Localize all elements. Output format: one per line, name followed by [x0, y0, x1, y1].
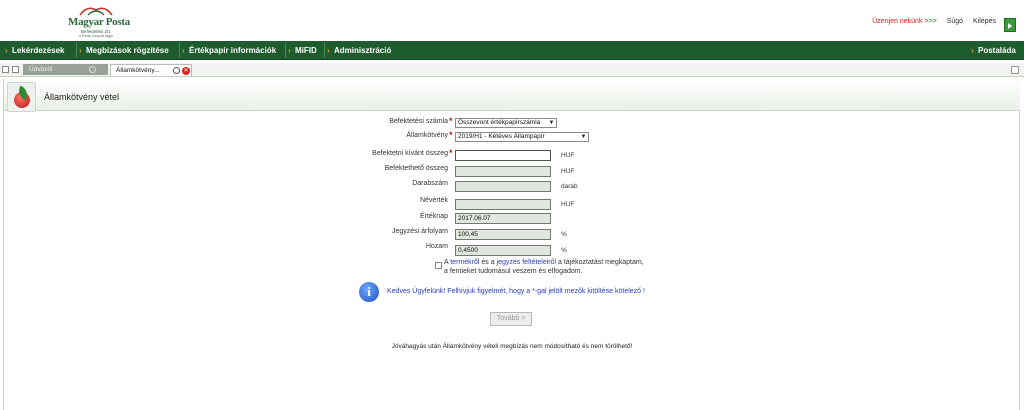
nominal-label: Névérték: [419, 197, 448, 204]
nav-item-mifid[interactable]: MiFID: [285, 41, 317, 60]
post-horn-logo-icon: [79, 7, 113, 16]
nav-item-administration[interactable]: Adminisztráció: [324, 41, 391, 60]
account-label: Befektetési számla: [389, 118, 448, 125]
investable-unit: HUF: [561, 168, 575, 175]
amount-unit: HUF: [561, 152, 575, 159]
tab-government-bond[interactable]: Államkötvény... ✕: [110, 64, 192, 76]
tab-welcome-label: Üdvözöl: [29, 66, 53, 73]
tab-welcome[interactable]: Üdvözöl: [23, 64, 108, 75]
grid-view-icon[interactable]: [2, 66, 9, 73]
panel-toggle-icon[interactable]: [1011, 66, 1019, 74]
product-info-link[interactable]: termékről: [450, 259, 479, 266]
clock-icon: [89, 66, 96, 73]
nav-item-queries[interactable]: Lekérdezések: [2, 41, 64, 60]
exit-door-icon[interactable]: [1004, 18, 1016, 32]
investable-field: [455, 166, 551, 177]
terms-checkbox[interactable]: [435, 262, 442, 269]
yield-unit: %: [561, 247, 567, 254]
magyar-posta-logo[interactable]: Magyar Posta Befektetési Zrt. a Posta Cs…: [62, 3, 132, 39]
help-link[interactable]: Súgó: [947, 18, 963, 25]
amount-input[interactable]: [455, 150, 551, 161]
value-date-label: Értéknap: [419, 213, 448, 220]
nav-item-mailbox[interactable]: Postaláda: [968, 41, 1016, 60]
required-marker: *: [449, 130, 453, 140]
amount-label: Befektetni kívánt összeg: [372, 150, 448, 157]
logo-title: Magyar Posta: [68, 16, 130, 28]
terms-text-line2: a fentieket tudomásul veszem és elfogado…: [444, 268, 583, 275]
price-field: 100,45: [455, 229, 551, 240]
account-select[interactable]: Összevont értékpapírszámla ▼: [455, 118, 557, 128]
bond-label: Államkötvény: [406, 132, 448, 139]
price-label: Jegyzési árfolyam: [391, 228, 448, 235]
clock-icon: [173, 67, 180, 74]
chevron-down-icon: ▼: [580, 134, 587, 140]
quantity-unit: darab: [561, 183, 578, 190]
approval-note: Jóváhagyás után Államkötvény vételi megb…: [391, 343, 633, 350]
quantity-field: [455, 181, 551, 192]
purchase-form: Befektetési számla * Összevont értékpapí…: [4, 79, 1020, 410]
chevron-down-icon: ▼: [548, 120, 555, 126]
close-tab-icon[interactable]: ✕: [182, 67, 190, 75]
nav-item-order-entry[interactable]: Megbízások rögzítése: [76, 41, 169, 60]
terms-text-part: a tájékoztatást megkaptam,: [556, 259, 644, 266]
terms-text: A termékről és a jegyzés feltételeiről a…: [444, 258, 644, 276]
header: Magyar Posta Befektetési Zrt. a Posta Cs…: [0, 0, 1024, 41]
nominal-field: [455, 199, 551, 210]
nav-item-securities-info[interactable]: Értékpapír információk: [179, 41, 276, 60]
nominal-unit: HUF: [561, 201, 575, 208]
list-view-icon[interactable]: [12, 66, 19, 73]
yield-label: Hozam: [425, 243, 448, 250]
logo-tagline: a Posta Csoport tagja: [79, 34, 113, 38]
required-fields-notice: Kedves Ügyfelünk! Felhívjuk figyelmét, h…: [387, 288, 645, 295]
bond-select[interactable]: 2019/H1 - Kétéves Állampapír ▼: [455, 132, 589, 142]
bond-select-value: 2019/H1 - Kétéves Állampapír: [458, 133, 545, 140]
yield-field: 0,4500: [455, 245, 551, 256]
next-button[interactable]: Tovább >: [490, 312, 532, 326]
subscription-terms-link[interactable]: jegyzés feltételeiről: [497, 259, 557, 266]
tab-bar: Üdvözöl Államkötvény... ✕: [0, 63, 1024, 77]
content-panel: Államkötvény vétel Befektetési számla * …: [3, 79, 1020, 410]
quantity-label: Darabszám: [412, 180, 448, 187]
price-unit: %: [561, 231, 567, 238]
required-marker: *: [449, 116, 453, 126]
message-us-link[interactable]: Üzenjen nekünk >>>: [872, 18, 936, 25]
value-date-field: 2017.06.07: [455, 213, 551, 224]
info-icon: i: [359, 282, 379, 302]
account-select-value: Összevont értékpapírszámla: [458, 119, 541, 126]
required-marker: *: [449, 148, 453, 158]
terms-text-part: és a: [479, 259, 497, 266]
investable-label: Befektethető összeg: [384, 165, 448, 172]
main-nav: Lekérdezések Megbízások rögzítése Értékp…: [0, 41, 1024, 60]
tab-active-label: Államkötvény...: [116, 67, 160, 74]
logout-link[interactable]: Kilépés: [973, 18, 996, 25]
top-links: Üzenjen nekünk >>> Súgó Kilépés: [872, 18, 996, 25]
